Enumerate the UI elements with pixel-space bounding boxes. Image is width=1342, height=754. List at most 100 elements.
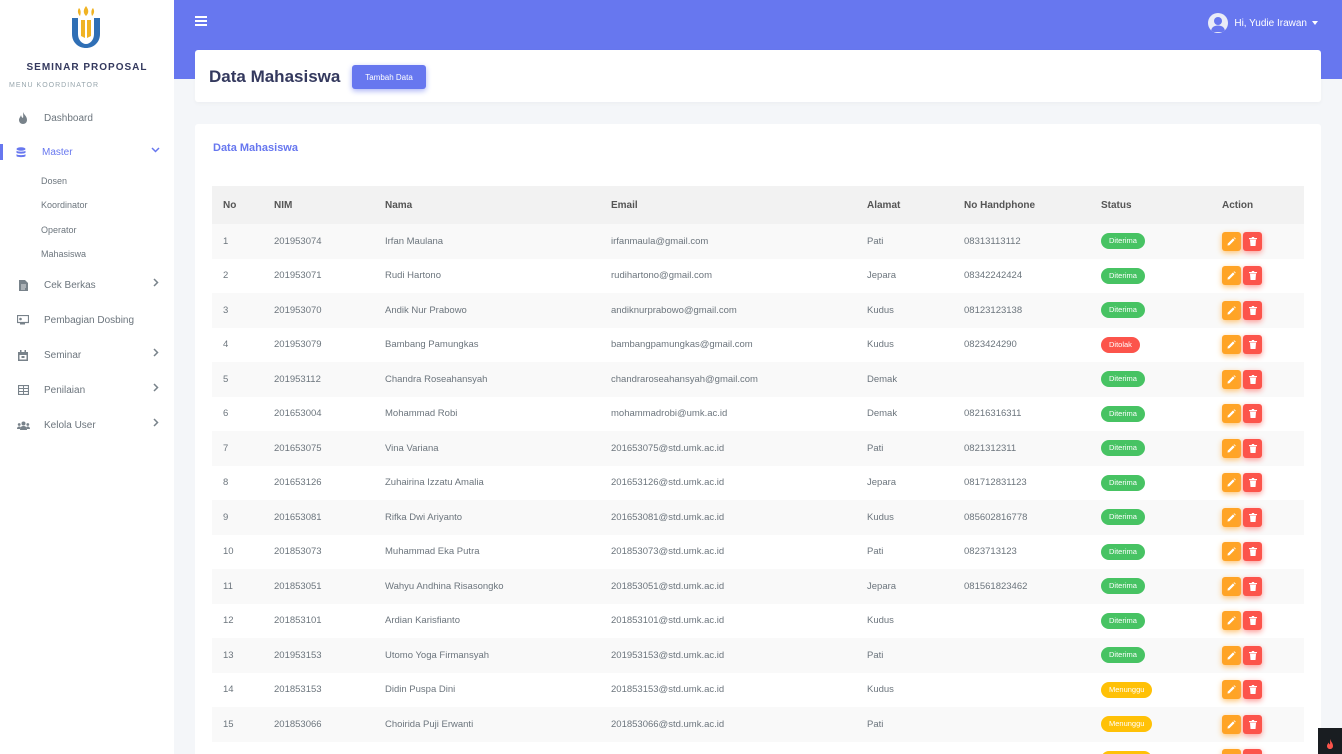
delete-button[interactable] <box>1243 335 1262 355</box>
delete-button[interactable] <box>1243 231 1262 251</box>
delete-button[interactable] <box>1243 300 1262 320</box>
cell-no: 7 <box>223 442 229 454</box>
table-row: 9 201653081 Rifka Dwi Ariyanto 201653081@st… <box>212 500 1304 535</box>
students-table: No NIM Nama Email Alamat No Handphone St… <box>212 186 1304 754</box>
edit-button[interactable] <box>1222 266 1241 286</box>
sidebar-item-cek-berkas[interactable]: Cek Berkas <box>0 270 174 300</box>
edit-button[interactable] <box>1222 714 1241 734</box>
cell-status: Diterima <box>1090 569 1211 604</box>
edit-button[interactable] <box>1222 300 1241 320</box>
edit-button[interactable] <box>1222 473 1241 493</box>
cell-status: Diterima <box>1090 500 1211 535</box>
pencil-icon <box>1227 409 1236 418</box>
edit-button[interactable] <box>1222 576 1241 596</box>
cell-status: Diterima <box>1090 362 1211 397</box>
edit-button[interactable] <box>1222 611 1241 631</box>
cell-nim: 201953153 <box>274 649 322 661</box>
sidebar: SEMINAR PROPOSAL MENU KOORDINATOR Dashbo… <box>0 0 174 754</box>
sidebar-subitem-koordinator[interactable]: Koordinator <box>41 200 88 210</box>
cell-nama: Andik Nur Prabowo <box>385 304 467 316</box>
status-badge: Diterima <box>1101 371 1145 388</box>
cell-nim: 201953112 <box>274 373 321 385</box>
cell-email: 201853051@std.umk.ac.id <box>611 580 725 592</box>
sidebar-item-label: Kelola User <box>44 419 96 431</box>
sidebar-item-pembagian-dosbing[interactable]: Pembagian Dosbing <box>0 305 174 335</box>
cell-nama: Wahyu Andhina Risasongko <box>385 580 504 592</box>
delete-button[interactable] <box>1243 645 1262 665</box>
edit-button[interactable] <box>1222 404 1241 424</box>
cell-nim: 201853101 <box>274 615 322 627</box>
sidebar-subitem-mahasiswa[interactable]: Mahasiswa <box>41 249 86 259</box>
add-data-button[interactable]: Tambah Data <box>352 65 426 89</box>
cell-email: 201953153@std.umk.ac.id <box>611 649 725 661</box>
delete-button[interactable] <box>1243 542 1262 562</box>
table-row: 6 201653004 Mohammad Robi mohammadrobi@umk.… <box>212 396 1304 431</box>
cell-nim: 201953070 <box>274 304 322 316</box>
edit-button[interactable] <box>1222 749 1241 754</box>
cell-status: Diterima <box>1090 293 1211 328</box>
sidebar-item-dashboard[interactable]: Dashboard <box>0 103 174 133</box>
trash-icon <box>1248 478 1257 488</box>
status-badge: Diterima <box>1101 405 1145 422</box>
cell-action <box>1211 293 1304 328</box>
cell-no: 14 <box>223 684 234 696</box>
cell-action <box>1211 328 1304 363</box>
delete-button[interactable] <box>1243 438 1262 458</box>
column-header: Nama <box>385 199 413 211</box>
cell-alamat: Pati <box>867 649 884 661</box>
pencil-icon <box>1227 478 1236 487</box>
sidebar-item-master[interactable]: Master <box>0 137 174 167</box>
edit-button[interactable] <box>1222 680 1241 700</box>
menu-toggle-icon[interactable] <box>195 16 207 28</box>
delete-button[interactable] <box>1243 576 1262 596</box>
edit-button[interactable] <box>1222 645 1241 665</box>
corner-widget[interactable] <box>1318 728 1342 754</box>
user-dropdown[interactable]: Hi, Yudie Irawan <box>1208 13 1318 33</box>
sidebar-item-seminar[interactable]: Seminar <box>0 340 174 370</box>
cell-handphone: 081712831123 <box>964 477 1027 489</box>
pencil-icon <box>1227 719 1236 729</box>
cell-nim: 201853051 <box>274 580 322 592</box>
cell-nim: 201653075 <box>274 442 322 454</box>
cell-no: 13 <box>223 649 234 661</box>
cell-email: 201853101@std.umk.ac.id <box>611 615 725 627</box>
edit-button[interactable] <box>1222 507 1241 527</box>
card-title: Data Mahasiswa <box>213 142 298 154</box>
edit-button[interactable] <box>1222 542 1241 562</box>
edit-button[interactable] <box>1222 369 1241 389</box>
cell-alamat: Pati <box>867 235 884 247</box>
cell-email: 201853033@std.umk.ac.id <box>600 742 856 754</box>
sidebar-item-penilaian[interactable]: Penilaian <box>0 375 174 405</box>
edit-button[interactable] <box>1222 231 1241 251</box>
trash-icon <box>1248 650 1257 660</box>
delete-button[interactable] <box>1243 369 1262 389</box>
cell-status: Diterima <box>1090 431 1211 466</box>
cell-nim: 201853153 <box>274 684 322 696</box>
delete-button[interactable] <box>1243 473 1262 493</box>
cell-alamat: Kudus <box>867 684 894 696</box>
delete-button[interactable] <box>1243 749 1262 754</box>
sidebar-subitem-dosen[interactable]: Dosen <box>41 176 67 186</box>
edit-button[interactable] <box>1222 438 1241 458</box>
status-badge: Diterima <box>1101 267 1145 284</box>
delete-button[interactable] <box>1243 611 1262 631</box>
sidebar-item-kelola-user[interactable]: Kelola User <box>0 410 174 440</box>
cell-email: chandraroseahansyah@gmail.com <box>611 373 758 385</box>
trash-icon <box>1248 512 1257 522</box>
cell-no: 15 <box>223 718 234 730</box>
university-logo-icon[interactable] <box>66 4 106 48</box>
column-header: No <box>223 199 237 211</box>
delete-button[interactable] <box>1243 266 1262 286</box>
sidebar-subitem-operator[interactable]: Operator <box>41 225 77 235</box>
table-row: 4 201953079 Bambang Pamungkas bambangpamung… <box>212 327 1304 363</box>
trash-icon <box>1248 374 1257 384</box>
delete-button[interactable] <box>1243 680 1262 700</box>
edit-button[interactable] <box>1222 335 1241 355</box>
table-row: 15 201853066 Choirida Puji Erwanti 20185306… <box>212 707 1304 742</box>
status-badge: Diterima <box>1101 647 1145 664</box>
delete-button[interactable] <box>1243 404 1262 424</box>
status-badge: Diterima <box>1101 302 1145 319</box>
delete-button[interactable] <box>1243 714 1262 734</box>
delete-button[interactable] <box>1243 507 1262 527</box>
cell-email: 201853066@std.umk.ac.id <box>611 718 725 730</box>
